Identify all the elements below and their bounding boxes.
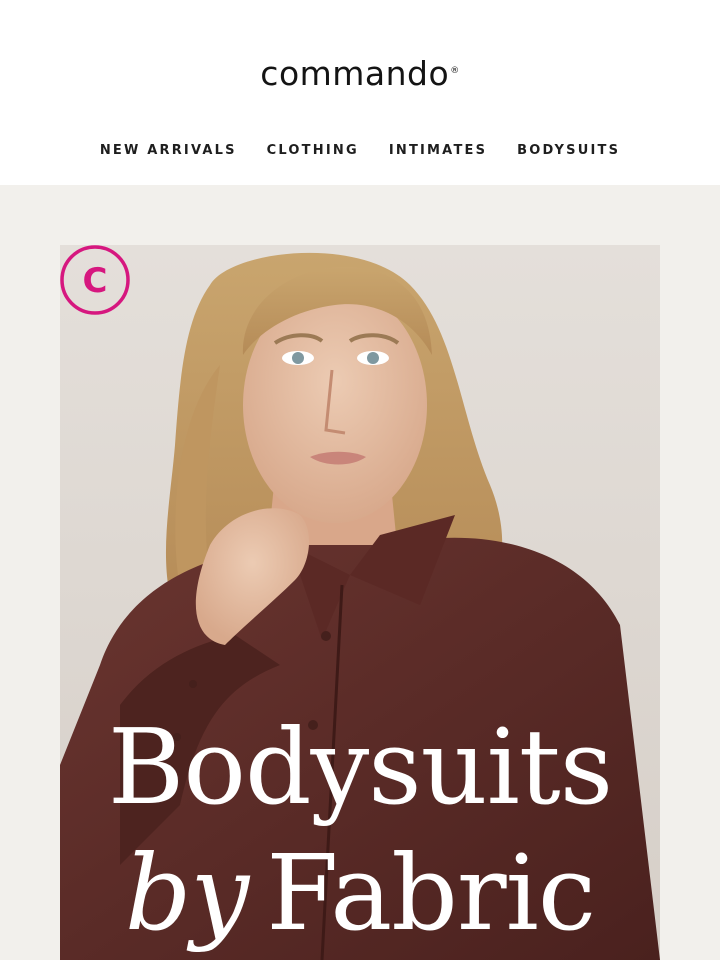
brand-c-badge-icon: C [60, 245, 130, 315]
badge-letter: C [83, 261, 108, 301]
nav-intimates[interactable]: INTIMATES [389, 143, 487, 158]
nav-new-arrivals[interactable]: NEW ARRIVALS [100, 143, 237, 158]
brand-logo[interactable]: commando® [0, 54, 720, 93]
brand-name: commando [260, 54, 450, 93]
email-header: commando® NEW ARRIVALS CLOTHING INTIMATE… [0, 0, 720, 185]
headline-line-2: by Fabric [60, 841, 660, 945]
nav-bodysuits[interactable]: BODYSUITS [517, 143, 620, 158]
headline-line-1: Bodysuits [107, 706, 613, 828]
headline-italic-word: by [124, 832, 249, 954]
headline-fabric-word: Fabric [266, 832, 596, 954]
hero-banner[interactable]: C Bodysuits by Fabric [60, 245, 660, 960]
nav-clothing[interactable]: CLOTHING [267, 143, 359, 158]
registered-mark: ® [450, 66, 460, 76]
main-nav: NEW ARRIVALS CLOTHING INTIMATES BODYSUIT… [0, 143, 720, 158]
